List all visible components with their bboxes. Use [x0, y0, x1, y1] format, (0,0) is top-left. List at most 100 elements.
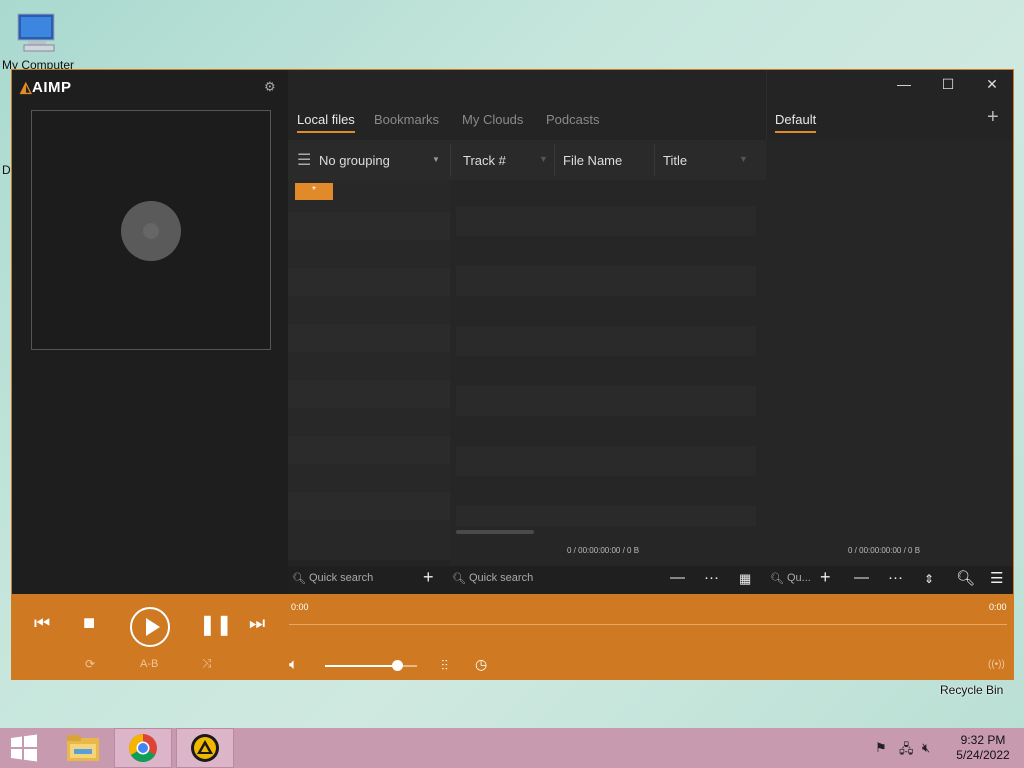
grid-view-icon[interactable]: ▦ — [739, 571, 751, 587]
tab-podcasts[interactable]: Podcasts — [546, 112, 599, 127]
search-icon: 🔍︎ — [452, 573, 466, 585]
menu-icon[interactable]: ☰ — [990, 569, 1003, 587]
column-separator — [654, 144, 655, 176]
aimp-window: ◭AIMP ⚙ Local files Bookmarks My Clouds … — [11, 69, 1014, 680]
add-icon[interactable]: + — [820, 567, 831, 588]
table-row — [456, 506, 756, 526]
list-item — [288, 212, 450, 240]
disc-icon — [121, 201, 181, 261]
start-button[interactable] — [0, 728, 58, 768]
seek-bar[interactable] — [289, 624, 1007, 625]
playlist-pane: 0 / 00:00:00:00 / 0 B — [766, 140, 1013, 594]
quick-search-input-library[interactable]: Quick search — [309, 572, 373, 584]
table-row — [456, 206, 756, 236]
chrome-icon — [129, 734, 157, 762]
timer-clock-icon[interactable]: ◷ — [475, 656, 487, 673]
left-pane: ◭AIMP ⚙ — [12, 70, 288, 594]
library-header — [288, 70, 766, 140]
column-separator — [554, 144, 555, 176]
aimp-logo: ◭AIMP — [20, 79, 72, 96]
recycle-bin-label[interactable]: Recycle Bin — [940, 683, 1003, 697]
taskbar-chrome[interactable] — [114, 728, 172, 768]
column-title[interactable]: Title — [663, 153, 687, 168]
list-item — [288, 436, 450, 464]
more-dots-icon[interactable]: ··· — [888, 569, 903, 586]
add-playlist-icon[interactable]: + — [987, 106, 999, 129]
previous-track-icon[interactable]: ⏮︎ — [34, 613, 50, 634]
play-button[interactable] — [130, 607, 170, 647]
network-icon[interactable]: 🖧︎ — [899, 740, 914, 762]
clock-time: 9:32 PM — [960, 733, 1006, 747]
aimp-icon — [191, 734, 219, 762]
library-column-header: ☰ No grouping ▼ Track # ▼ File Name Titl… — [288, 140, 766, 180]
volume-slider-handle[interactable] — [392, 660, 403, 671]
quick-search-input-files[interactable]: Quick search — [469, 572, 533, 584]
filter-icon[interactable]: ▼ — [539, 154, 548, 164]
album-art — [31, 110, 271, 350]
group-all-badge[interactable]: * — [295, 183, 333, 200]
tab-local-files[interactable]: Local files — [297, 112, 355, 133]
player-controls: ⏮︎ ■ ❚❚ ⏭︎ ⟳ A-B ⤨ 0:00 0:00 🔈︎ ⫶⫶ ◷ ((•… — [12, 594, 1013, 679]
playlist-header: Default + — ☐ ✕ — [766, 70, 1013, 140]
clock-date: 5/24/2022 — [956, 748, 1010, 762]
quick-search-input-playlist[interactable]: Qu... — [787, 572, 811, 584]
repeat-icon[interactable]: ⟳ — [85, 657, 95, 671]
elapsed-time: 0:00 — [291, 602, 309, 612]
filter-icon[interactable]: ▼ — [739, 154, 748, 164]
list-item — [288, 268, 450, 296]
column-separator — [450, 144, 451, 176]
volume-slider-fill — [325, 665, 397, 667]
radio-broadcast-icon[interactable]: ((•)) — [988, 659, 1005, 670]
table-row — [456, 386, 756, 416]
aimp-logo-icon: ◭ — [20, 79, 33, 96]
volume-icon[interactable]: 🔈︎ — [289, 656, 298, 673]
table-row — [456, 446, 756, 476]
desktop-edge-text: D — [2, 163, 11, 177]
column-file-name[interactable]: File Name — [563, 153, 622, 168]
column-track-number[interactable]: Track # — [463, 153, 506, 168]
action-center-flag-icon[interactable]: ⚑ — [875, 740, 887, 756]
taskbar-aimp[interactable] — [176, 728, 234, 768]
ab-repeat-button[interactable]: A-B — [140, 658, 158, 670]
table-row — [456, 266, 756, 296]
taskbar-file-explorer[interactable] — [54, 728, 112, 768]
taskbar: ⚑ 🖧︎ 🔇︎ 9:32 PM 5/24/2022 — [0, 728, 1024, 768]
grouping-pane: * — [288, 180, 450, 560]
total-time: 0:00 — [989, 602, 1007, 612]
horizontal-scrollbar[interactable] — [456, 530, 534, 534]
volume-muted-icon[interactable]: 🔇︎ — [922, 740, 930, 756]
active-tab-underline — [775, 131, 817, 133]
pause-icon[interactable]: ❚❚ — [199, 612, 233, 637]
add-icon[interactable]: + — [423, 567, 434, 588]
maximize-button[interactable]: ☐ — [933, 76, 963, 93]
shuffle-icon[interactable]: ⤨ — [202, 656, 212, 671]
equalizer-icon[interactable]: ⫶⫶ — [441, 657, 448, 674]
system-clock[interactable]: 9:32 PM 5/24/2022 — [950, 733, 1016, 763]
menu-lines-icon[interactable]: ☰ — [297, 150, 311, 170]
list-item — [288, 324, 450, 352]
tab-bookmarks[interactable]: Bookmarks — [374, 112, 439, 127]
sort-arrows-icon[interactable]: ⇕ — [924, 572, 934, 586]
next-track-icon[interactable]: ⏭︎ — [249, 613, 265, 634]
playlist-status: 0 / 00:00:00:00 / 0 B — [848, 546, 921, 555]
list-item — [288, 380, 450, 408]
windows-logo-icon — [11, 734, 37, 762]
settings-gear-icon[interactable]: ⚙ — [264, 79, 276, 95]
minus-icon[interactable]: — — [854, 569, 869, 586]
computer-icon — [17, 13, 55, 52]
bottom-toolbar: 🔍︎ Quick search + 🔍︎ Quick search — ··· … — [288, 566, 1013, 594]
files-pane: 0 / 00:00:00:00 / 0 B — [450, 180, 766, 594]
tab-my-clouds[interactable]: My Clouds — [462, 112, 523, 127]
minus-icon[interactable]: — — [670, 569, 685, 586]
tab-default-playlist[interactable]: Default — [775, 112, 817, 133]
minimize-button[interactable]: — — [889, 76, 919, 92]
close-button[interactable]: ✕ — [977, 76, 1007, 93]
library-status: 0 / 00:00:00:00 / 0 B — [567, 546, 640, 555]
search-icon[interactable]: 🔍︎ — [956, 569, 975, 587]
stop-icon[interactable]: ■ — [83, 612, 95, 635]
chevron-down-icon[interactable]: ▼ — [432, 155, 440, 164]
table-row — [456, 326, 756, 356]
grouping-dropdown[interactable]: No grouping — [319, 153, 390, 168]
list-item — [288, 492, 450, 520]
more-dots-icon[interactable]: ··· — [704, 569, 719, 586]
